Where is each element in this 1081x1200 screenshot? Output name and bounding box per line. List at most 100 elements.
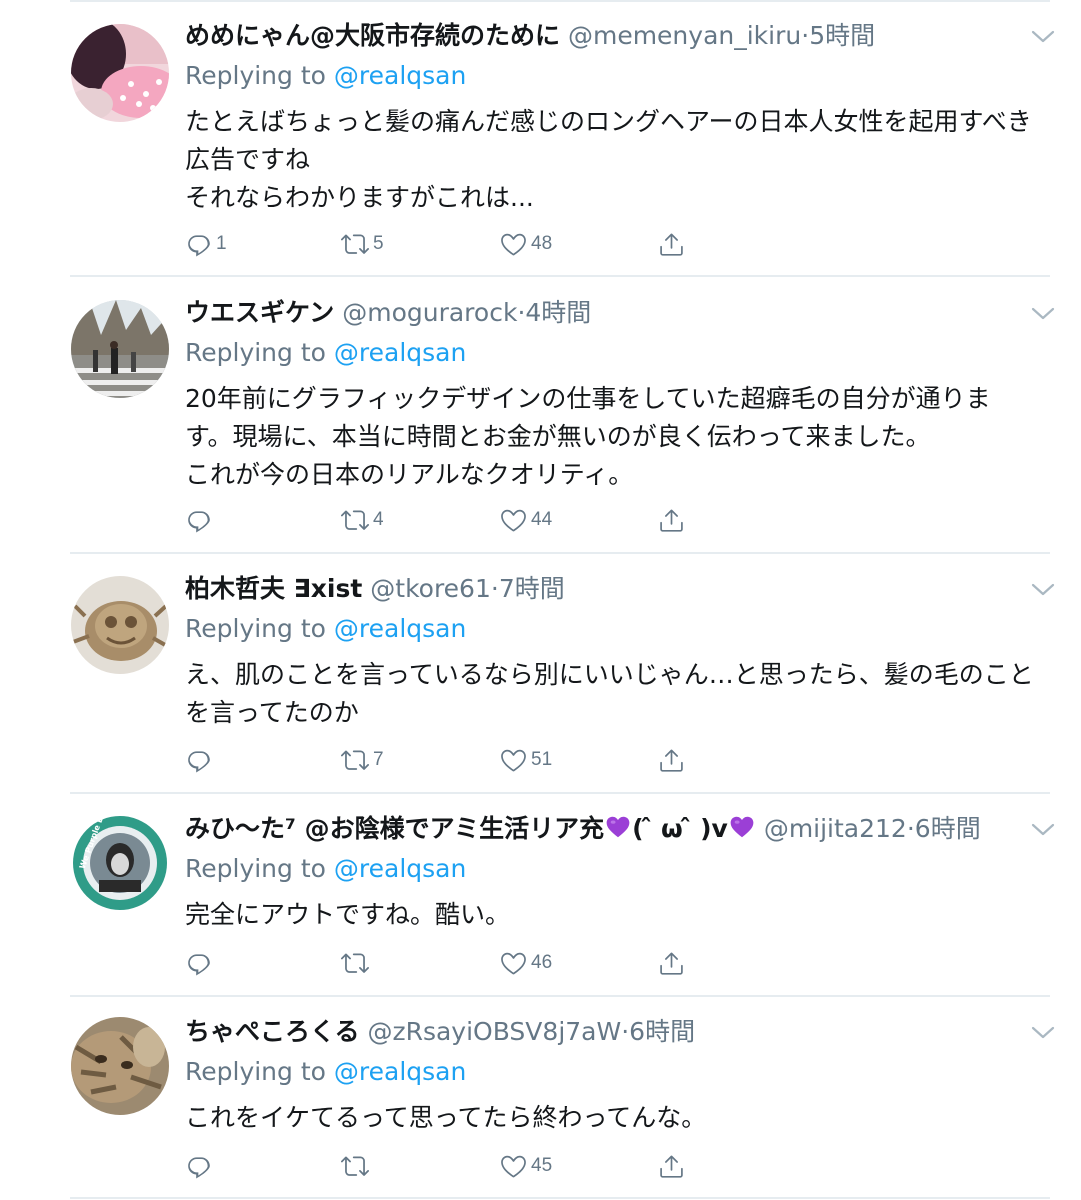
purple-heart-icon	[604, 814, 632, 840]
divider	[70, 1197, 1050, 1199]
avatar[interactable]	[71, 300, 169, 398]
action-bar: 7 51	[0, 742, 1081, 778]
display-name-part: ( ̂ ω ̂ )v	[632, 814, 728, 843]
timestamp[interactable]: 5時間	[809, 21, 875, 50]
tweet-text: たとえばちょっと髪の痛んだ感じのロングヘアーの日本人女性を起用すべき 広告ですね…	[185, 103, 1050, 217]
divider	[70, 995, 1050, 997]
tweet-header: みひ〜た⁷ @お陰様でアミ生活リア充 ( ̂ ω ̂ )v @mijita212·…	[185, 812, 1021, 846]
like-count: 44	[531, 509, 553, 530]
divider	[70, 0, 1050, 2]
replying-label: Replying to	[185, 1057, 326, 1086]
like-count: 46	[531, 952, 553, 973]
reply-button[interactable]	[186, 502, 216, 538]
like-button[interactable]: 51	[500, 742, 552, 778]
display-name[interactable]: みひ〜た⁷ @お陰様でアミ生活リア充 ( ̂ ω ̂ )v	[185, 814, 756, 843]
reply-button[interactable]	[186, 945, 216, 981]
user-handle[interactable]: @memenyan_ikiru	[568, 21, 801, 50]
retweet-button[interactable]: 4	[341, 502, 384, 538]
share-button[interactable]	[658, 1148, 685, 1184]
user-handle[interactable]: @zRsayiOBSV8j7aW	[367, 1017, 621, 1046]
retweet-icon	[341, 506, 369, 534]
chevron-down-icon[interactable]	[1030, 820, 1056, 840]
retweet-count: 7	[373, 749, 384, 770]
replying-label: Replying to	[185, 854, 326, 883]
share-icon	[658, 747, 685, 774]
text-line: え、肌のことを言っているなら別にいいじゃん…と思ったら、髪の毛のこと	[185, 660, 1034, 689]
share-button[interactable]	[658, 502, 685, 538]
share-button[interactable]	[658, 945, 685, 981]
replying-to: Replying to @realqsan	[185, 1055, 466, 1089]
text-line: たとえばちょっと髪の痛んだ感じのロングヘアーの日本人女性を起用すべき	[185, 107, 1032, 136]
chevron-down-icon[interactable]	[1030, 304, 1056, 324]
like-button[interactable]: 45	[500, 1148, 552, 1184]
user-handle[interactable]: @mijita212	[764, 814, 907, 843]
text-line: を言ってたのか	[185, 698, 359, 727]
user-handle[interactable]: @mogurarock	[342, 298, 517, 327]
like-button[interactable]: 48	[500, 226, 552, 262]
divider	[70, 275, 1050, 277]
reply-button[interactable]	[186, 1148, 216, 1184]
text-line: これが今の日本のリアルなクオリティ。	[185, 460, 634, 489]
action-bar: 1 5 48	[0, 226, 1081, 262]
share-button[interactable]	[658, 742, 685, 778]
separator-dot: ·	[621, 1017, 630, 1046]
replying-label: Replying to	[185, 614, 326, 643]
timestamp[interactable]: 4時間	[525, 298, 591, 327]
mention-link[interactable]: @realqsan	[334, 614, 466, 643]
text-line: これをイケてるって思ってたら終わってんな。	[185, 1103, 707, 1132]
chevron-down-icon[interactable]	[1030, 580, 1056, 600]
replying-to: Replying to @realqsan	[185, 336, 466, 370]
like-icon	[500, 507, 527, 534]
tweet-header: ちゃぺころくる @zRsayiOBSV8j7aW·6時間	[185, 1015, 1021, 1049]
purple-heart-icon	[728, 814, 756, 840]
reply-button[interactable]	[186, 742, 216, 778]
share-icon	[658, 1153, 685, 1180]
timestamp[interactable]: 6時間	[915, 814, 981, 843]
reply-icon	[186, 950, 212, 976]
timestamp[interactable]: 6時間	[629, 1017, 695, 1046]
mention-link[interactable]: @realqsan	[334, 1057, 466, 1086]
action-bar: 45	[0, 1148, 1081, 1184]
replying-label: Replying to	[185, 61, 326, 90]
retweet-button[interactable]: 5	[341, 226, 384, 262]
retweet-icon	[341, 949, 369, 977]
separator-dot: ·	[906, 814, 915, 843]
text-line: す。現場に、本当に時間とお金が無いのが良く伝わって来ました。	[185, 422, 931, 451]
mention-link[interactable]: @realqsan	[334, 61, 466, 90]
avatar[interactable]	[71, 1017, 169, 1115]
timestamp[interactable]: 7時間	[499, 574, 565, 603]
reply-icon	[186, 507, 212, 533]
replying-to: Replying to @realqsan	[185, 59, 466, 93]
avatar[interactable]: We Purple Earth	[71, 814, 169, 912]
display-name[interactable]: ちゃぺころくる	[185, 1017, 360, 1046]
display-name[interactable]: 柏木哲夫 ∃xist	[185, 574, 362, 603]
action-bar: 4 44	[0, 502, 1081, 538]
retweet-button[interactable]	[341, 1148, 373, 1184]
avatar[interactable]	[71, 24, 169, 122]
tweet-header: めめにゃん@大阪市存続のために @memenyan_ikiru·5時間	[185, 19, 1021, 53]
chevron-down-icon[interactable]	[1030, 1023, 1056, 1043]
chevron-down-icon[interactable]	[1030, 27, 1056, 47]
share-button[interactable]	[658, 226, 685, 262]
display-name[interactable]: めめにゃん@大阪市存続のために	[185, 21, 560, 50]
reply-icon	[186, 747, 212, 773]
retweet-button[interactable]: 7	[341, 742, 384, 778]
avatar[interactable]	[71, 576, 169, 674]
like-button[interactable]: 44	[500, 502, 552, 538]
retweet-count: 4	[373, 509, 384, 530]
tweet-header: 柏木哲夫 ∃xist @tkore61·7時間	[185, 572, 1021, 606]
user-handle[interactable]: @tkore61	[370, 574, 491, 603]
like-count: 45	[531, 1155, 553, 1176]
reply-count: 1	[216, 233, 227, 254]
mention-link[interactable]: @realqsan	[334, 338, 466, 367]
reply-button[interactable]: 1	[186, 226, 227, 262]
action-bar: 46	[0, 945, 1081, 981]
display-name[interactable]: ウエスギケン	[185, 298, 334, 327]
mention-link[interactable]: @realqsan	[334, 854, 466, 883]
like-button[interactable]: 46	[500, 945, 552, 981]
like-count: 48	[531, 233, 553, 254]
share-icon	[658, 507, 685, 534]
like-icon	[500, 747, 527, 774]
retweet-button[interactable]	[341, 945, 373, 981]
reply-icon	[186, 231, 212, 257]
